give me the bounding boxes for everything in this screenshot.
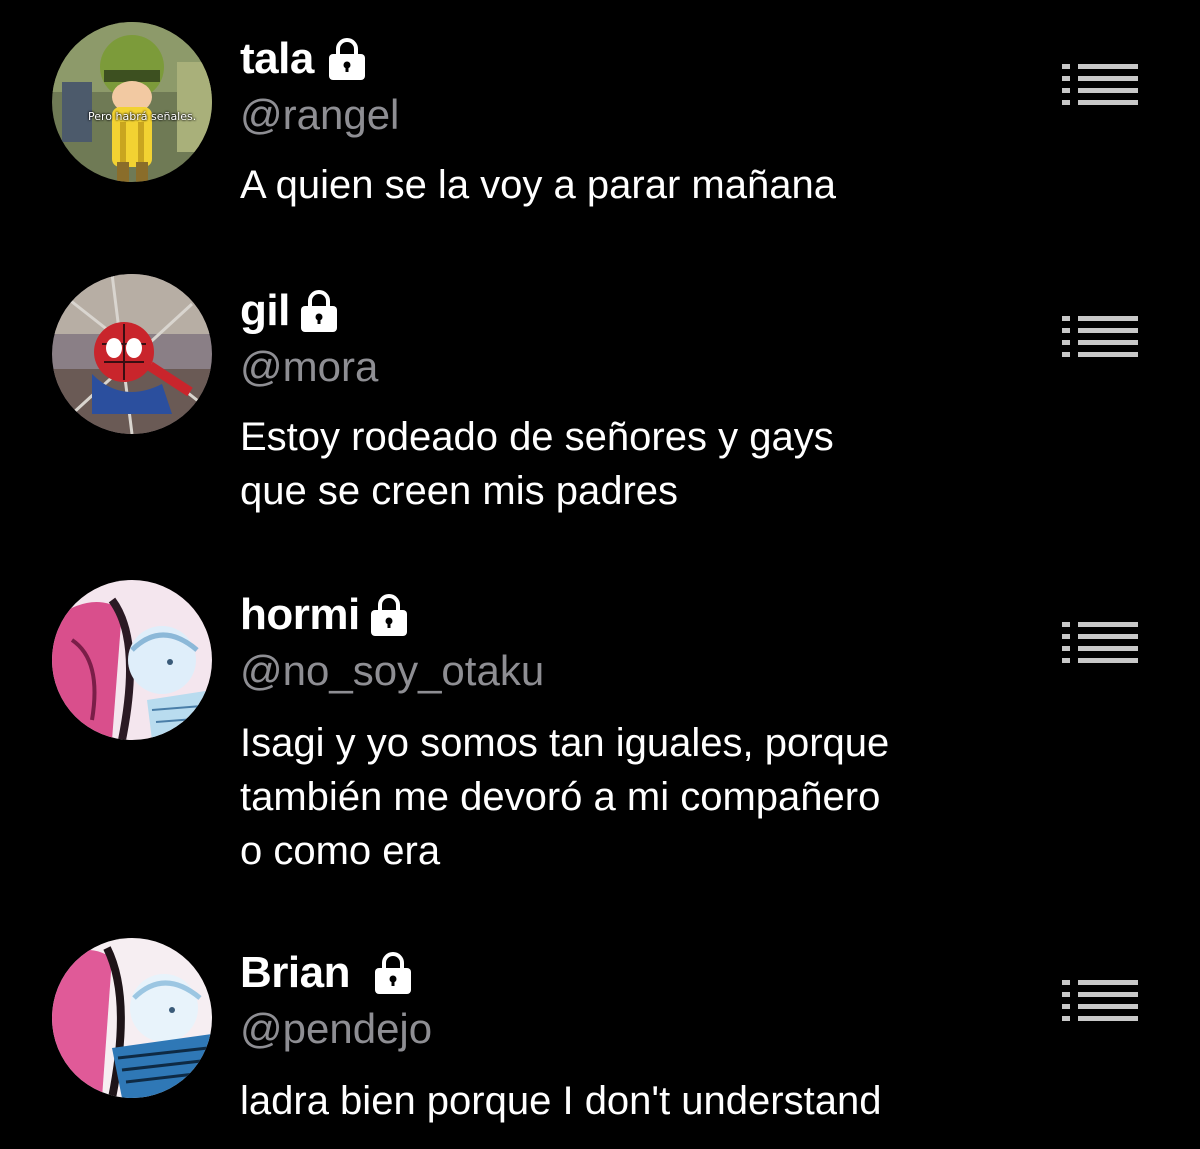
name-row: tala <box>240 36 370 82</box>
post-text: Estoy rodeado de señores y gays que se c… <box>240 410 1020 518</box>
handle[interactable]: @no_soy_otaku <box>240 650 544 692</box>
name-row: hormi <box>240 592 412 638</box>
handle[interactable]: @pendejo <box>240 1008 432 1050</box>
post-text: ladra bien porque I don't understand <box>240 1074 1020 1128</box>
handle[interactable]: @mora <box>240 346 378 388</box>
post-text-line: Isagi y yo somos tan iguales, porque <box>240 721 890 765</box>
avatar[interactable]: Pero habrá señales. <box>52 22 212 182</box>
post-text-line: o como era <box>240 829 441 873</box>
avatar-image <box>52 274 212 434</box>
post-text-line: que se creen mis padres <box>240 469 679 513</box>
avatar-image <box>52 938 212 1098</box>
lock-icon <box>374 952 411 994</box>
display-name[interactable]: gil <box>240 289 290 333</box>
display-name[interactable]: hormi <box>240 593 360 637</box>
post-text: A quien se la voy a parar mañana <box>240 158 1020 212</box>
avatar-caption: Pero habrá señales. <box>88 110 197 123</box>
name-row: gil <box>240 288 342 334</box>
post-text-line: Estoy rodeado de señores y gays <box>240 415 834 459</box>
list-menu-icon[interactable] <box>1062 620 1138 664</box>
list-menu-icon[interactable] <box>1062 62 1138 106</box>
post-text: Isagi y yo somos tan iguales, porque tam… <box>240 716 1020 878</box>
post-text-line: ladra bien porque I don't understand <box>240 1079 882 1123</box>
avatar[interactable] <box>52 274 212 434</box>
display-name[interactable]: tala <box>240 37 314 81</box>
post-text-line: A quien se la voy a parar mañana <box>240 163 836 207</box>
lock-icon <box>328 38 365 80</box>
post-text-line: también me devoró a mi compañero <box>240 775 881 819</box>
lock-icon <box>370 594 407 636</box>
avatar[interactable] <box>52 580 212 740</box>
post-item[interactable]: Brian @pendejo ladra bien porque I don't… <box>0 900 1200 1149</box>
name-row: Brian <box>240 950 416 996</box>
post-item[interactable]: hormi @no_soy_otaku Isagi y yo somos tan… <box>0 540 1200 900</box>
list-menu-icon[interactable] <box>1062 978 1138 1022</box>
avatar[interactable] <box>52 938 212 1098</box>
display-name[interactable]: Brian <box>240 951 350 995</box>
post-item[interactable]: Pero habrá señales. tala @rangel A quien… <box>0 0 1200 240</box>
post-item[interactable]: gil @mora Estoy rodeado de señores y gay… <box>0 240 1200 540</box>
list-menu-icon[interactable] <box>1062 314 1138 358</box>
avatar-image <box>52 580 212 740</box>
lock-icon <box>300 290 337 332</box>
handle[interactable]: @rangel <box>240 94 399 136</box>
avatar-image <box>52 22 212 182</box>
